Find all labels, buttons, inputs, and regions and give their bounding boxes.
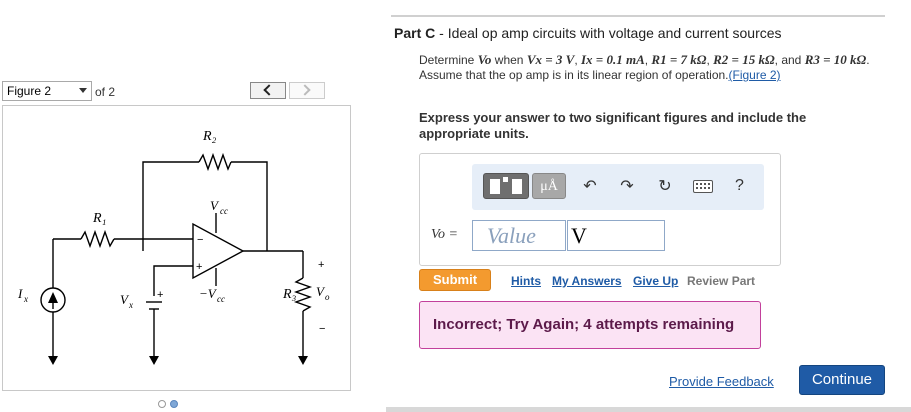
ground-arrow-vx (149, 356, 159, 365)
hints-link[interactable]: Hints (511, 274, 541, 288)
r3-label: R₃ (282, 287, 297, 302)
continue-button[interactable]: Continue (799, 365, 885, 395)
chevron-down-icon (79, 88, 87, 93)
chevron-left-icon (263, 84, 275, 96)
ground-arrow-ix (48, 356, 58, 365)
figure-frame: R₂ R₁ V cc −V cc R₃ V o V x I x − + + + … (2, 105, 351, 391)
template-icon (490, 179, 500, 194)
reset-icon[interactable]: ↻ (655, 177, 675, 197)
figure-next-button[interactable] (289, 82, 325, 99)
instruction: Express your answer to two significant f… (419, 110, 807, 141)
provide-feedback-link[interactable]: Provide Feedback (669, 374, 774, 389)
r1-resistor (80, 229, 115, 249)
circuit-diagram: R₂ R₁ V cc −V cc R₃ V o V x I x − + + + … (17, 129, 330, 365)
prompt-when: when (494, 53, 524, 67)
vcc-pos-label: V (210, 198, 220, 213)
prompt-intro: Determine (419, 53, 475, 67)
give-up-link[interactable]: Give Up (633, 274, 678, 288)
review-part-link[interactable]: Review Part (687, 274, 755, 288)
opamp-minus: − (197, 234, 203, 246)
my-answers-link[interactable]: My Answers (552, 274, 622, 288)
r1-label: R₁ (92, 211, 106, 226)
prompt-vo: Vo (477, 52, 492, 67)
undo-icon[interactable]: ↶ (580, 177, 600, 197)
vcc-neg-sub: cc (217, 294, 225, 304)
submit-button[interactable]: Submit (419, 269, 491, 291)
template-icon-small (503, 177, 508, 182)
vcc-neg-label: −V (199, 286, 218, 301)
current-arrow (48, 292, 58, 303)
figure-select-label: Figure 2 (7, 84, 52, 98)
value-input[interactable]: Value (472, 220, 566, 251)
chevron-right-icon (299, 84, 311, 96)
part-title: Part C - Ideal op amp circuits with volt… (394, 25, 782, 41)
help-icon[interactable]: ? (735, 177, 744, 195)
feedback-message: Incorrect; Try Again; 4 attempts remaini… (419, 301, 761, 349)
vcc-pos-sub: cc (220, 206, 228, 216)
r2-label: R₂ (202, 129, 217, 144)
part-title-text: Ideal op amp circuits with voltage and c… (447, 25, 782, 41)
opamp-plus: + (196, 261, 202, 273)
feedback-wire-right (231, 161, 268, 251)
units-button[interactable]: μÅ (532, 173, 566, 199)
bottom-scrollbar[interactable] (386, 407, 911, 412)
figure-page-count: of 2 (95, 85, 116, 99)
ix-label: I (17, 286, 23, 301)
template-button[interactable] (483, 173, 529, 199)
ix-sub: x (23, 294, 28, 304)
figure-pager-dots (158, 397, 182, 411)
vx-sub: x (128, 300, 133, 310)
vo-minus: − (319, 323, 325, 335)
r3-resistor (293, 277, 313, 312)
template-icon-right (512, 179, 522, 194)
prompt-r2: R2 = 15 kΩ (713, 52, 775, 67)
vx-plus: + (157, 289, 163, 301)
answer-variable-label: Vo = (431, 227, 458, 242)
prompt-r1: R1 = 7 kΩ (651, 52, 707, 67)
ground-arrow-r3 (298, 356, 308, 365)
prompt-r3: R3 = 10 kΩ (804, 52, 867, 67)
figure-select[interactable]: Figure 2 (2, 81, 92, 101)
question-prompt: Determine Vo when Vx = 3 V, Ix = 0.1 mA,… (419, 52, 870, 82)
prompt-and: and (781, 53, 802, 67)
unit-input[interactable]: V (567, 220, 665, 251)
page-dot-1[interactable] (158, 400, 166, 408)
keyboard-icon[interactable] (693, 180, 713, 193)
prompt-ix: Ix = 0.1 mA (580, 52, 645, 67)
figure-toolbar: Figure 2 of 2 (0, 81, 352, 103)
feedback-wire (142, 161, 199, 251)
divider (391, 15, 885, 17)
page-dot-2[interactable] (170, 400, 178, 408)
redo-icon[interactable]: ↷ (617, 177, 637, 197)
vo-sub: o (325, 292, 330, 302)
vo-plus: + (318, 259, 324, 271)
part-label: Part C (394, 25, 436, 41)
r2-resistor (198, 152, 232, 172)
figure-prev-button[interactable] (250, 82, 286, 99)
figure-link[interactable]: (Figure 2) (729, 68, 781, 82)
prompt-vx: Vx = 3 V (526, 52, 575, 67)
